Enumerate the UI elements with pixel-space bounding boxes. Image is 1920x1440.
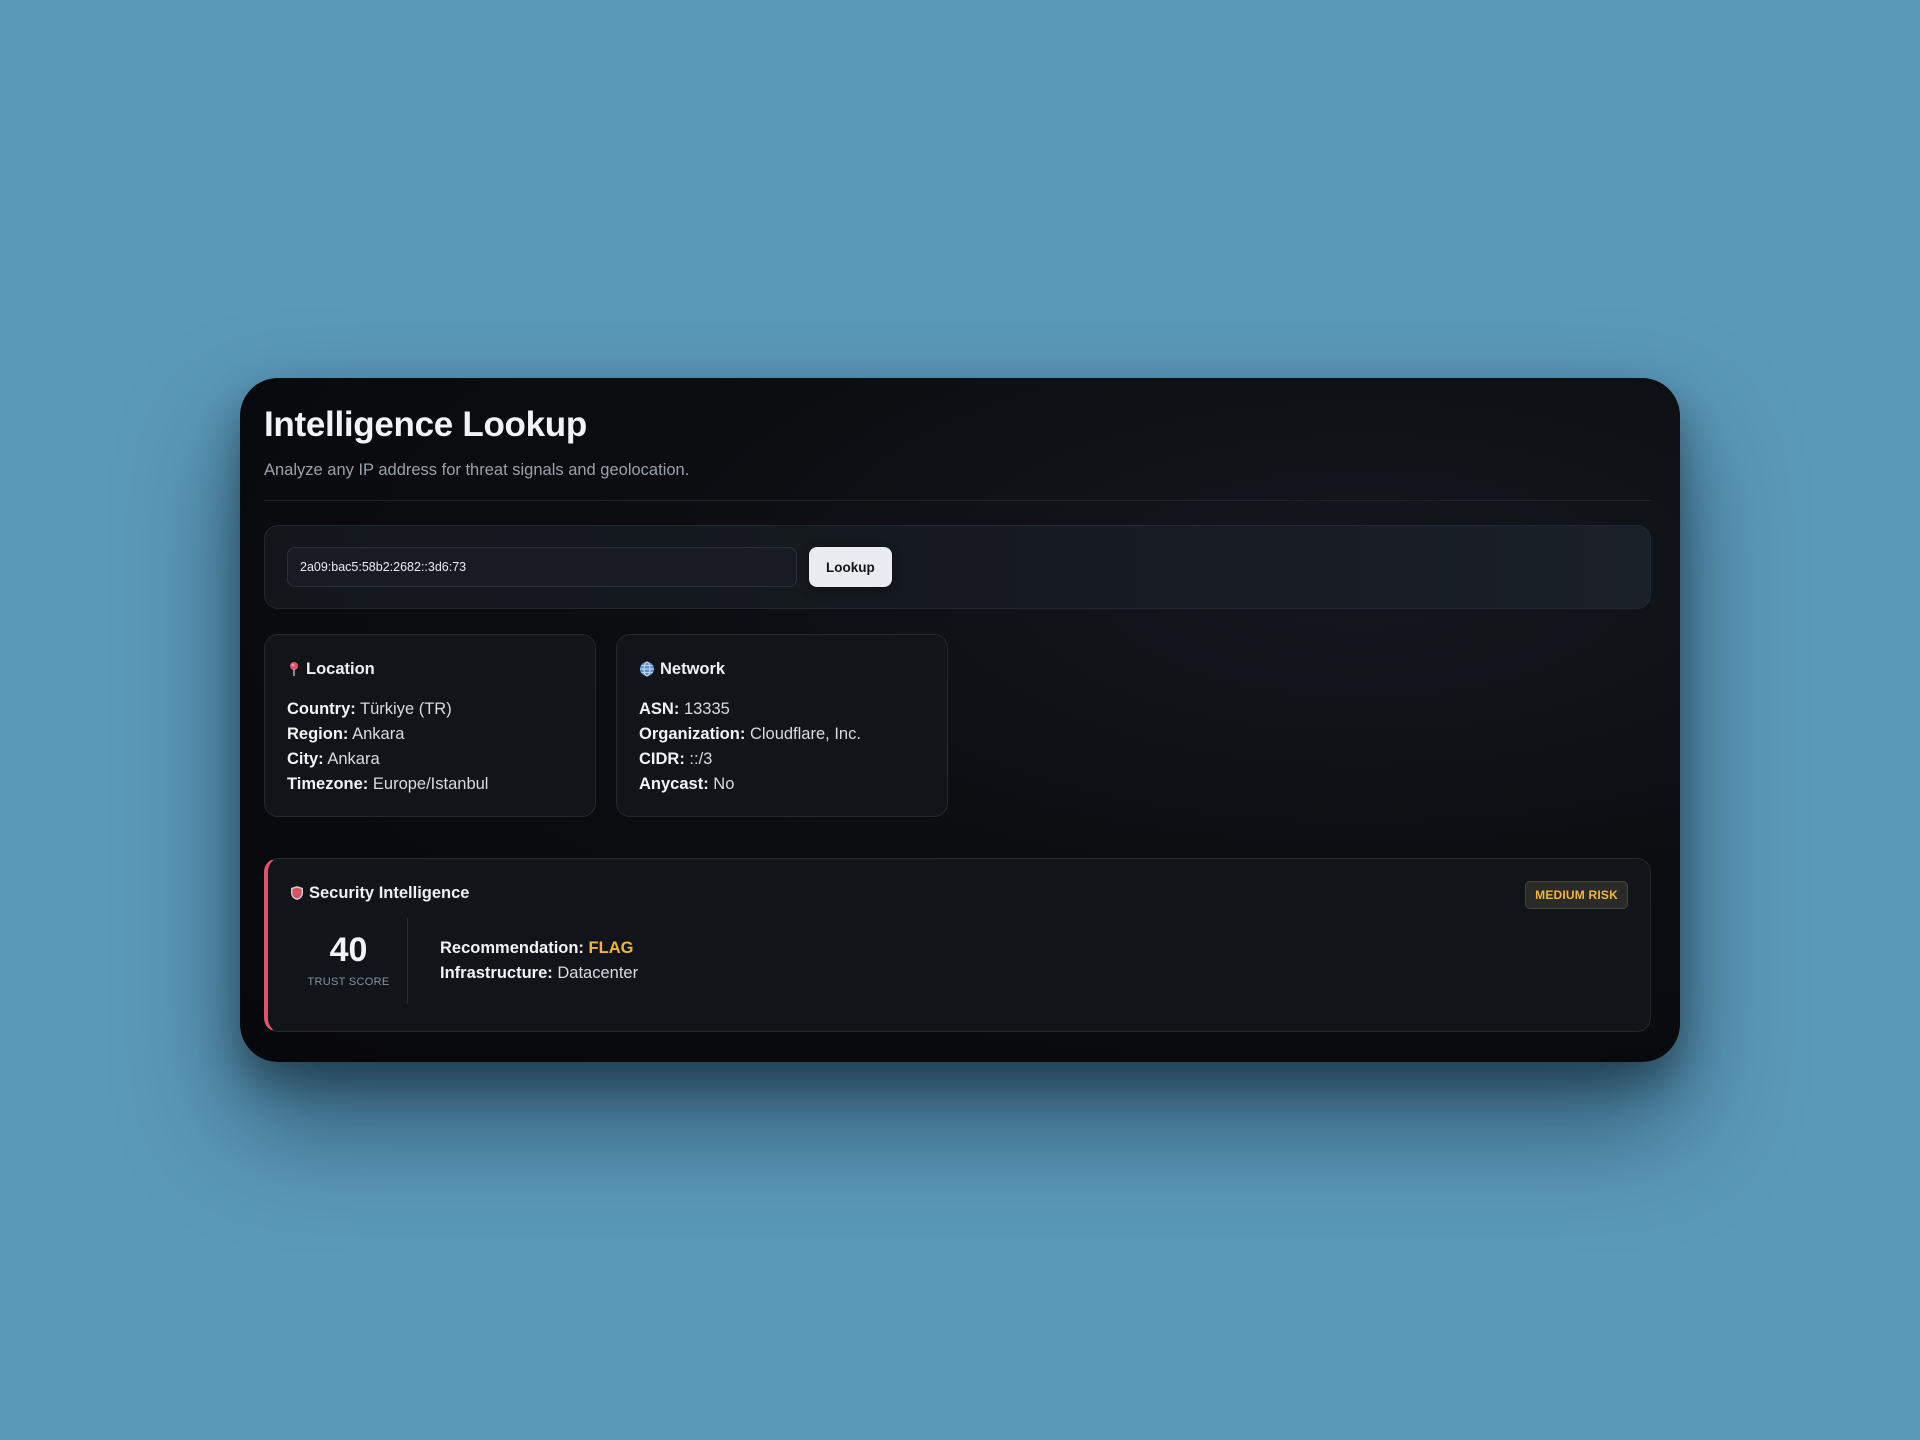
row-key: Country: bbox=[287, 700, 356, 718]
row-value: 13335 bbox=[683, 700, 730, 718]
location-row-country: Country: Türkiye (TR) bbox=[287, 697, 573, 722]
security-row-recommendation: Recommendation: FLAG bbox=[440, 936, 638, 961]
lookup-window: Intelligence Lookup Analyze any IP addre… bbox=[240, 378, 1680, 1062]
network-card: Network ASN: 13335 Organization: Cloudfl… bbox=[616, 634, 948, 817]
row-value: Türkiye (TR) bbox=[360, 700, 452, 718]
row-key: Recommendation: bbox=[440, 939, 584, 957]
risk-badge: MEDIUM RISK bbox=[1525, 881, 1628, 909]
page-title: Intelligence Lookup bbox=[264, 405, 587, 444]
location-title-text: Location bbox=[306, 659, 375, 678]
row-value: Ankara bbox=[327, 750, 380, 768]
recommendation-value: FLAG bbox=[588, 939, 634, 957]
search-panel: Lookup bbox=[264, 525, 1651, 609]
row-key: CIDR: bbox=[639, 750, 685, 768]
ip-address-input[interactable] bbox=[287, 547, 797, 587]
row-key: Region: bbox=[287, 725, 349, 743]
network-row-organization: Organization: Cloudflare, Inc. bbox=[639, 722, 925, 747]
row-value: Cloudflare, Inc. bbox=[749, 725, 861, 743]
network-row-cidr: CIDR: ::/3 bbox=[639, 747, 925, 772]
network-row-anycast: Anycast: No bbox=[639, 772, 925, 797]
page-subtitle: Analyze any IP address for threat signal… bbox=[264, 461, 690, 479]
row-key: City: bbox=[287, 750, 324, 768]
pin-icon bbox=[287, 661, 301, 677]
header-divider bbox=[264, 500, 1651, 501]
row-key: Anycast: bbox=[639, 775, 709, 793]
shield-icon bbox=[290, 885, 304, 901]
row-value: Europe/Istanbul bbox=[372, 775, 489, 793]
network-title-text: Network bbox=[660, 659, 726, 678]
security-card: Security Intelligence MEDIUM RISK 40 TRU… bbox=[264, 858, 1651, 1032]
location-card-title: Location bbox=[287, 659, 573, 679]
trust-score-label: TRUST SCORE bbox=[307, 976, 390, 988]
row-value: No bbox=[713, 775, 735, 793]
network-rows: ASN: 13335 Organization: Cloudflare, Inc… bbox=[639, 697, 925, 797]
location-rows: Country: Türkiye (TR) Region: Ankara Cit… bbox=[287, 697, 573, 797]
location-card: Location Country: Türkiye (TR) Region: A… bbox=[264, 634, 596, 817]
row-key: ASN: bbox=[639, 700, 680, 718]
location-row-region: Region: Ankara bbox=[287, 722, 573, 747]
security-body: 40 TRUST SCORE Recommendation: FLAG Infr… bbox=[290, 918, 1628, 1004]
security-details: Recommendation: FLAG Infrastructure: Dat… bbox=[408, 918, 638, 1004]
row-key: Infrastructure: bbox=[440, 964, 553, 982]
row-value: Datacenter bbox=[557, 964, 639, 982]
row-key: Organization: bbox=[639, 725, 746, 743]
location-row-city: City: Ankara bbox=[287, 747, 573, 772]
globe-icon bbox=[639, 661, 655, 677]
lookup-button[interactable]: Lookup bbox=[809, 547, 892, 587]
info-cards: Location Country: Türkiye (TR) Region: A… bbox=[264, 634, 1651, 817]
row-value: ::/3 bbox=[689, 750, 713, 768]
network-row-asn: ASN: 13335 bbox=[639, 697, 925, 722]
location-row-timezone: Timezone: Europe/Istanbul bbox=[287, 772, 573, 797]
row-value: Ankara bbox=[352, 725, 405, 743]
network-card-title: Network bbox=[639, 659, 925, 679]
security-row-infrastructure: Infrastructure: Datacenter bbox=[440, 961, 638, 986]
security-title-text: Security Intelligence bbox=[309, 883, 470, 902]
row-key: Timezone: bbox=[287, 775, 369, 793]
trust-score-box: 40 TRUST SCORE bbox=[290, 918, 408, 1004]
security-card-title: Security Intelligence bbox=[290, 883, 1628, 903]
trust-score-value: 40 bbox=[329, 931, 368, 969]
